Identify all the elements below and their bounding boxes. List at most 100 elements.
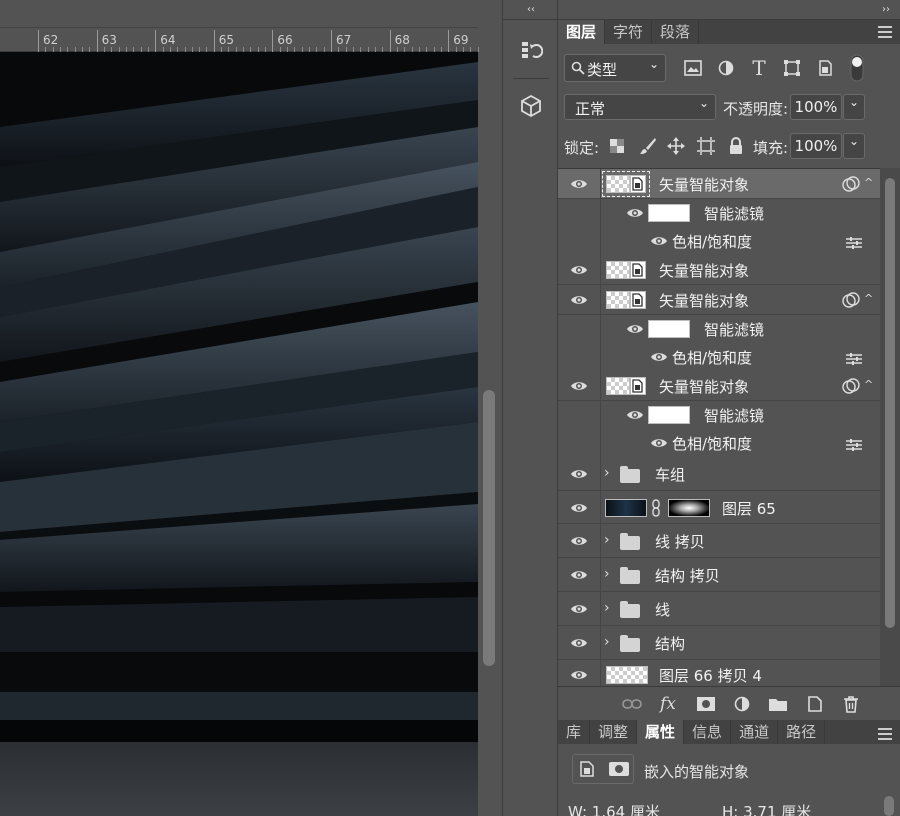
delete-layer-trash-icon[interactable]	[841, 695, 861, 713]
layer-row[interactable]: 矢量智能对象 ^	[558, 285, 880, 315]
layer-filter-select[interactable]: 类型 ⌄	[564, 54, 666, 82]
smart-filter-icon[interactable]	[842, 378, 860, 394]
tab-layers[interactable]: 图层	[558, 20, 606, 44]
tab-adjustments[interactable]: 调整	[590, 720, 638, 744]
smart-filter-icon[interactable]	[842, 292, 860, 308]
adjustment-filter-icon[interactable]	[715, 58, 737, 78]
visibility-eye-icon[interactable]	[570, 468, 588, 480]
new-adjustment-layer-icon[interactable]	[732, 695, 752, 713]
layer-row[interactable]: › 线 拷贝	[558, 524, 880, 558]
layer-row[interactable]: 矢量智能对象 ^	[558, 169, 880, 199]
filter-blending-options-icon[interactable]	[846, 353, 862, 365]
visibility-eye-icon[interactable]	[570, 178, 588, 190]
tab-paths[interactable]: 路径	[778, 720, 826, 744]
smart-filter-icon[interactable]	[842, 176, 860, 192]
layer-list-scroll-thumb[interactable]	[885, 178, 895, 628]
visibility-eye-icon[interactable]	[570, 535, 588, 547]
properties-menu-icon[interactable]	[878, 728, 892, 740]
layer-thumbnail[interactable]	[606, 261, 630, 279]
lock-image-brush-icon[interactable]	[638, 136, 658, 156]
pixel-filter-icon[interactable]	[682, 58, 704, 78]
layer-row[interactable]: 色相/饱和度	[558, 343, 880, 371]
canvas-scrollbar[interactable]	[483, 390, 495, 666]
visibility-eye-icon[interactable]	[650, 235, 668, 247]
layer-row[interactable]: › 结构 拷贝	[558, 558, 880, 592]
visibility-eye-icon[interactable]	[626, 207, 644, 219]
visibility-eye-icon[interactable]	[626, 323, 644, 335]
tab-paragraph[interactable]: 段落	[652, 20, 700, 44]
new-layer-icon[interactable]	[805, 695, 825, 713]
tab-properties[interactable]: 属性	[637, 720, 685, 744]
tab-character[interactable]: 字符	[605, 20, 653, 44]
visibility-eye-icon[interactable]	[570, 569, 588, 581]
smart-object-filter-icon[interactable]	[814, 58, 836, 78]
filter-mask-thumbnail[interactable]	[648, 204, 690, 222]
collapse-effects-icon[interactable]: ^	[864, 378, 873, 391]
collapse-toolstrip-button[interactable]: ‹‹	[503, 0, 559, 20]
collapse-effects-icon[interactable]: ^	[864, 176, 873, 189]
layer-thumbnail[interactable]	[606, 666, 648, 684]
visibility-eye-icon[interactable]	[650, 351, 668, 363]
collapse-panel-button[interactable]: ››	[558, 0, 900, 20]
layer-row[interactable]: 智能滤镜	[558, 401, 880, 429]
expand-group-chevron-icon[interactable]: ›	[604, 566, 610, 582]
layer-row[interactable]: 色相/饱和度	[558, 227, 880, 255]
filter-mask-thumbnail[interactable]	[648, 406, 690, 424]
blend-mode-select[interactable]: 正常 ⌄	[564, 94, 716, 120]
add-mask-icon[interactable]	[696, 695, 716, 713]
fill-dropdown-button[interactable]: ⌄	[843, 133, 865, 159]
visibility-eye-icon[interactable]	[626, 409, 644, 421]
tab-libraries[interactable]: 库	[558, 720, 591, 744]
visibility-eye-icon[interactable]	[570, 502, 588, 514]
layer-row[interactable]: 图层 65	[558, 491, 880, 524]
visibility-eye-icon[interactable]	[570, 637, 588, 649]
opacity-dropdown-button[interactable]: ⌄	[843, 94, 865, 120]
layer-row[interactable]: 色相/饱和度	[558, 429, 880, 457]
3d-cube-icon[interactable]	[513, 88, 549, 124]
opacity-input[interactable]: 100%	[790, 94, 842, 120]
layer-row[interactable]: › 结构	[558, 626, 880, 660]
lock-position-move-icon[interactable]	[665, 136, 687, 156]
properties-scrollbar[interactable]	[884, 796, 894, 816]
visibility-eye-icon[interactable]	[650, 437, 668, 449]
expand-group-chevron-icon[interactable]: ›	[604, 465, 610, 481]
layer-row[interactable]: › 车组	[558, 457, 880, 491]
visibility-eye-icon[interactable]	[570, 264, 588, 276]
layer-mask-thumbnail[interactable]	[668, 499, 710, 517]
layer-row[interactable]: 智能滤镜	[558, 199, 880, 227]
expand-group-chevron-icon[interactable]: ›	[604, 532, 610, 548]
lock-transparent-icon[interactable]	[608, 136, 626, 156]
layer-list-scrollbar[interactable]	[880, 168, 900, 686]
layer-row[interactable]: 图层 66 拷贝 4	[558, 660, 880, 686]
layer-row[interactable]: 智能滤镜	[558, 315, 880, 343]
layer-thumbnail[interactable]	[605, 499, 647, 517]
visibility-eye-icon[interactable]	[570, 603, 588, 615]
history-icon[interactable]	[513, 32, 549, 68]
tab-info[interactable]: 信息	[684, 720, 732, 744]
panel-menu-icon[interactable]	[878, 26, 892, 38]
tab-channels[interactable]: 通道	[731, 720, 779, 744]
lock-all-icon[interactable]	[726, 136, 746, 156]
filter-blending-options-icon[interactable]	[846, 439, 862, 451]
layer-row[interactable]: › 线	[558, 592, 880, 626]
filter-toggle-switch[interactable]	[849, 54, 865, 82]
visibility-eye-icon[interactable]	[570, 380, 588, 392]
layer-row[interactable]: 矢量智能对象 ^	[558, 371, 880, 401]
fill-input[interactable]: 100%	[790, 133, 842, 159]
new-group-folder-icon[interactable]	[768, 695, 788, 713]
visibility-eye-icon[interactable]	[570, 669, 588, 681]
chain-link-icon[interactable]	[651, 499, 661, 517]
layer-thumbnail[interactable]	[606, 291, 630, 309]
expand-group-chevron-icon[interactable]: ›	[604, 600, 610, 616]
layer-style-fx-icon[interactable]: fx	[658, 694, 678, 714]
filter-mask-thumbnail[interactable]	[648, 320, 690, 338]
layer-thumbnail[interactable]	[606, 377, 630, 395]
shape-filter-icon[interactable]	[781, 58, 803, 78]
link-layers-icon[interactable]	[622, 695, 642, 713]
expand-group-chevron-icon[interactable]: ›	[604, 634, 610, 650]
collapse-effects-icon[interactable]: ^	[864, 292, 873, 305]
layer-row[interactable]: 矢量智能对象	[558, 255, 880, 285]
document-canvas[interactable]	[0, 52, 478, 816]
filter-blending-options-icon[interactable]	[846, 237, 862, 249]
visibility-eye-icon[interactable]	[570, 294, 588, 306]
